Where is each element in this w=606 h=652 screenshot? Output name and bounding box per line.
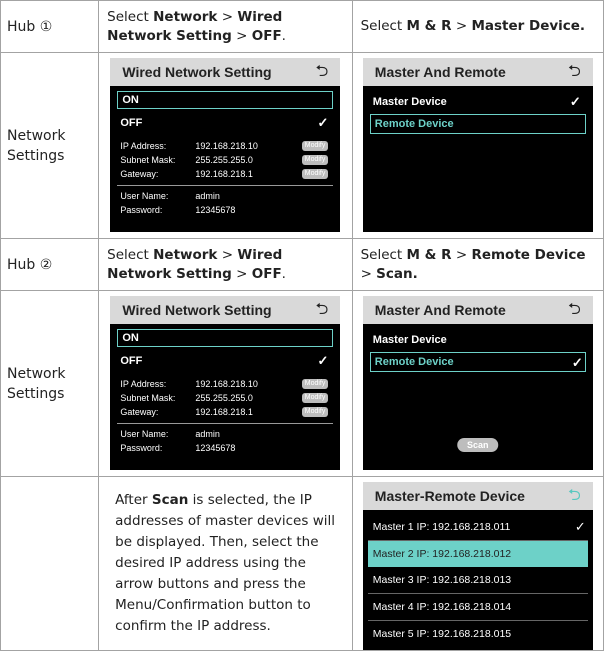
modify-button[interactable]: Modify xyxy=(301,141,329,151)
hub1-row: Hub ① Select Network > Wired Network Set… xyxy=(0,0,605,53)
password-row: Password: 12345678 xyxy=(120,205,236,215)
back-arrow-icon[interactable]: ⮌ xyxy=(568,296,581,324)
ip-address-row: IP Address: 192.168.218.10 Modify xyxy=(120,378,330,390)
master-ip-item[interactable]: Master 4 IP: 192.168.218.014 xyxy=(367,594,588,621)
hub1-step-right: Select M & R > Master Device. xyxy=(351,0,605,53)
remote-device-option[interactable]: Remote Device xyxy=(369,114,586,134)
master-remote-scan-screen: Master And Remote ⮌ Master Device Remote … xyxy=(362,296,593,470)
checkmark-icon: ✓ xyxy=(574,519,586,534)
checkmark-icon: ✓ xyxy=(571,355,583,370)
modify-button[interactable]: Modify xyxy=(301,393,329,403)
master-ip-item[interactable]: Master 5 IP: 192.168.218.015 xyxy=(368,621,588,647)
modify-button[interactable]: Modify xyxy=(301,407,329,417)
back-arrow-icon[interactable]: ⮌ xyxy=(568,482,581,510)
hub2-wired-screen-cell: Wired Network Setting ⮌ ON OFF ✓ IP Addres… xyxy=(98,290,353,477)
master-remote-screen: Master And Remote ⮌ Master Device ✓ Remote… xyxy=(362,58,593,232)
instruction-table: Hub ① Select Network > Wired Network Set… xyxy=(0,0,605,651)
divider xyxy=(117,185,334,186)
screen-header: Wired Network Setting ⮌ xyxy=(110,58,341,86)
gateway-row: Gateway: 192.168.218.1 Modify xyxy=(120,406,330,418)
screen-header: Master And Remote ⮌ xyxy=(362,58,593,86)
checkmark-icon: ✓ xyxy=(317,115,329,130)
gateway-row: Gateway: 192.168.218.1 Modify xyxy=(120,168,330,180)
subnet-mask-row: Subnet Mask: 255.255.255.0 Modify xyxy=(120,392,330,404)
screen-header: Master And Remote ⮌ xyxy=(362,296,593,324)
user-name-row: User Name: admin xyxy=(120,429,220,439)
wired-network-screen: Wired Network Setting ⮌ ON OFF ✓ IP Addres… xyxy=(110,58,341,232)
hub1-wired-screen-cell: Wired Network Setting ⮌ ON OFF ✓ IP Addres… xyxy=(98,52,353,239)
master-device-option[interactable]: Master Device ✓ xyxy=(373,94,583,110)
checkmark-icon: ✓ xyxy=(569,94,581,109)
hub2-step-left: Select Network > Wired Network Setting >… xyxy=(98,238,353,291)
master-ip-item[interactable]: Master 1 IP: 192.168.218.011 ✓ xyxy=(367,514,588,541)
master-ip-item-selected[interactable]: Master 2 IP: 192.168.218.012 xyxy=(367,541,588,567)
screen-header: Master-Remote Device ⮌ xyxy=(362,482,593,510)
back-arrow-icon[interactable]: ⮌ xyxy=(568,58,581,86)
empty-cell xyxy=(0,476,100,651)
master-device-option[interactable]: Master Device xyxy=(373,334,583,348)
mrd-screen-cell: Master-Remote Device ⮌ Master 1 IP: 192.1… xyxy=(351,476,605,651)
scan-note: After Scan is selected, the IP addresses… xyxy=(98,476,353,651)
hub1-label: Hub ① xyxy=(0,0,100,53)
scan-button[interactable]: Scan xyxy=(457,438,499,452)
remote-device-option[interactable]: Remote Device ✓ xyxy=(369,352,586,372)
checkmark-icon: ✓ xyxy=(317,353,329,368)
modify-button[interactable]: Modify xyxy=(301,169,329,179)
network-settings-label-1: Network Settings xyxy=(0,52,100,239)
hub1-mr-screen-cell: Master And Remote ⮌ Master Device ✓ Remote… xyxy=(351,52,605,239)
off-option[interactable]: OFF ✓ xyxy=(120,115,330,131)
hub1-step-left: Select Network > Wired Network Setting >… xyxy=(98,0,353,53)
subnet-mask-row: Subnet Mask: 255.255.255.0 Modify xyxy=(120,154,330,166)
hub2-row: Hub ② Select Network > Wired Network Set… xyxy=(0,238,605,291)
screen-header: Wired Network Setting ⮌ xyxy=(110,296,341,324)
modify-button[interactable]: Modify xyxy=(301,379,329,389)
hub2-label: Hub ② xyxy=(0,238,100,291)
hub2-mr-screen-cell: Master And Remote ⮌ Master Device Remote … xyxy=(351,290,605,477)
on-option[interactable]: ON xyxy=(117,329,334,347)
on-option[interactable]: ON xyxy=(117,91,334,109)
wired-network-screen: Wired Network Setting ⮌ ON OFF ✓ IP Addres… xyxy=(110,296,341,470)
master-ip-item[interactable]: Master 3 IP: 192.168.218.013 xyxy=(367,567,588,594)
hub1-screens-row: Network Settings Wired Network Setting ⮌ … xyxy=(0,52,605,239)
scan-row: After Scan is selected, the IP addresses… xyxy=(0,476,605,651)
hub2-screens-row: Network Settings Wired Network Setting ⮌ … xyxy=(0,290,605,477)
master-remote-device-screen: Master-Remote Device ⮌ Master 1 IP: 192.1… xyxy=(362,482,593,650)
divider xyxy=(117,423,334,424)
back-arrow-icon[interactable]: ⮌ xyxy=(316,58,329,86)
user-name-row: User Name: admin xyxy=(120,191,220,201)
password-row: Password: 12345678 xyxy=(120,443,236,453)
off-option[interactable]: OFF ✓ xyxy=(120,353,330,369)
ip-address-row: IP Address: 192.168.218.10 Modify xyxy=(120,140,330,152)
hub2-step-right: Select M & R > Remote Device > Scan. xyxy=(351,238,605,291)
back-arrow-icon[interactable]: ⮌ xyxy=(316,296,329,324)
modify-button[interactable]: Modify xyxy=(301,155,329,165)
network-settings-label-2: Network Settings xyxy=(0,290,100,477)
